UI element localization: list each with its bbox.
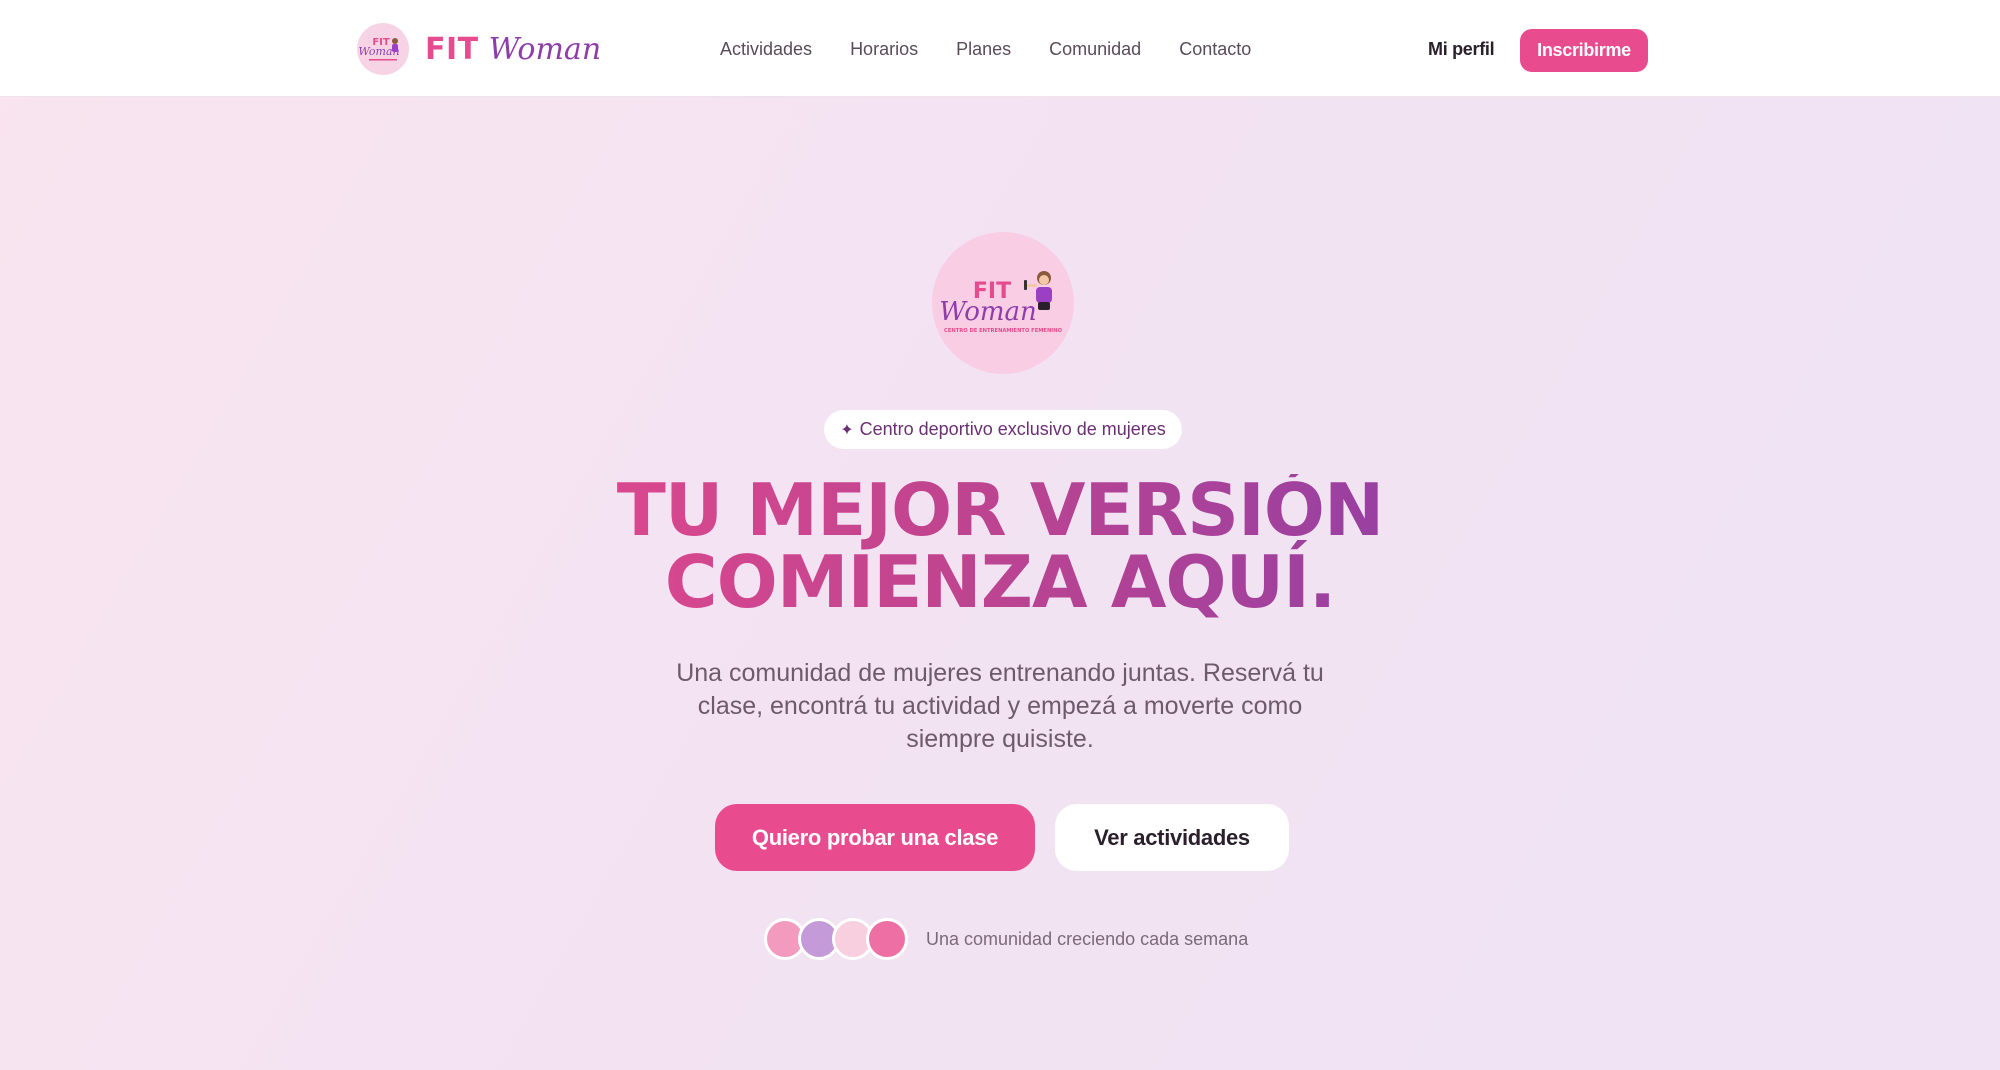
nav-link-planes[interactable]: Planes [956, 38, 1011, 60]
profile-link[interactable]: Mi perfil [1428, 38, 1495, 60]
community-avatars [764, 918, 910, 960]
nav-link-contacto[interactable]: Contacto [1179, 38, 1251, 60]
try-class-button[interactable]: Quiero probar una clase [715, 804, 1035, 871]
hero-logo-woman: Woman [939, 297, 1037, 327]
exclusive-badge-label: Centro deportivo exclusivo de mujeres [859, 419, 1166, 439]
hero-logo: FIT Woman CENTRO DE ENTRENAMIENTO FEMENI… [932, 232, 1074, 374]
nav-link-comunidad[interactable]: Comunidad [1049, 38, 1141, 60]
avatar [866, 918, 908, 960]
community-caption: Una comunidad creciendo cada semana [926, 929, 1249, 949]
hero-headline-line-1: TU MEJOR VERSIÓN [616, 468, 1384, 552]
hero-logo-tagline: CENTRO DE ENTRENAMIENTO FEMENINO [944, 328, 1063, 334]
top-navbar: FIT Woman FIT Woman Actividades Horarios… [0, 0, 2000, 97]
brand-name-fit: FIT [425, 31, 479, 67]
view-activities-button[interactable]: Ver actividades [1055, 804, 1289, 871]
sparkle-icon: ✦ [840, 421, 854, 439]
hero-headline: TU MEJOR VERSIÓN COMIENZA AQUÍ. [500, 474, 1500, 618]
hero-headline-line-2: COMIENZA AQUÍ. [664, 540, 1336, 624]
hero-subtitle: Una comunidad de mujeres entrenando junt… [676, 659, 1324, 753]
nav-link-horarios[interactable]: Horarios [850, 38, 918, 60]
nav-link-actividades[interactable]: Actividades [720, 38, 812, 60]
brand-name-woman: Woman [488, 31, 602, 67]
brand-logo-icon: FIT Woman [357, 23, 409, 75]
main-nav: Actividades Horarios Planes Comunidad Co… [720, 38, 1289, 60]
signup-button[interactable]: Inscribirme [1520, 29, 1648, 72]
exclusive-badge: ✦ Centro deportivo exclusivo de mujeres [824, 410, 1182, 449]
brand-logo-link[interactable]: FIT Woman FIT Woman [357, 23, 601, 75]
